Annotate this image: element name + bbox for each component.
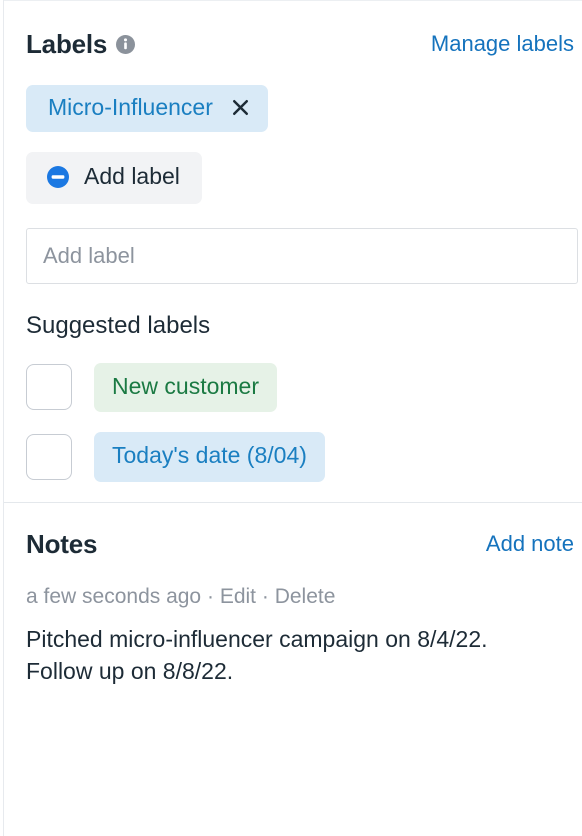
labels-header: Labels Manage labels	[26, 30, 578, 59]
page-title: Labels	[26, 29, 108, 59]
suggested-label-text: Today's date (8/04)	[112, 442, 307, 469]
note-meta: a few seconds ago · Edit · Delete	[26, 584, 578, 609]
notes-title: Notes	[26, 528, 98, 559]
panel-top-border	[4, 0, 582, 1]
suggested-label-row: New customer	[26, 362, 578, 413]
minus-circle-icon	[46, 165, 70, 189]
labels-section: Labels Manage labels Micro-Influencer Ad…	[0, 0, 582, 482]
label-chip-text: Micro-Influencer	[48, 93, 213, 120]
note-meta-separator: ·	[261, 585, 269, 609]
note-delete-link[interactable]: Delete	[275, 585, 336, 608]
suggested-labels-list: New customer Today's date (8/04)	[26, 362, 578, 482]
suggested-label-checkbox-todays-date[interactable]	[26, 433, 72, 480]
note-body-text: Pitched micro-influencer campaign on 8/4…	[26, 625, 488, 685]
suggested-label-text: New customer	[112, 372, 259, 399]
close-x-icon[interactable]	[231, 98, 250, 117]
note-meta-separator: ·	[206, 585, 214, 609]
suggested-label-chip-new-customer[interactable]: New customer	[94, 362, 277, 413]
add-label-input[interactable]	[26, 227, 578, 284]
note-edit-link[interactable]: Edit	[220, 585, 256, 608]
notes-section: Notes Add note a few seconds ago · Edit …	[0, 503, 582, 688]
note-timestamp: a few seconds ago	[26, 585, 202, 609]
suggested-label-chip-todays-date[interactable]: Today's date (8/04)	[94, 432, 325, 482]
suggested-labels-heading: Suggested labels	[26, 311, 211, 339]
add-note-link[interactable]: Add note	[486, 531, 574, 556]
applied-labels-list: Micro-Influencer	[26, 84, 578, 133]
manage-labels-link[interactable]: Manage labels	[431, 32, 574, 56]
panel-left-border	[3, 0, 4, 836]
labels-title-group: Labels	[26, 29, 136, 59]
note-item: a few seconds ago · Edit · Delete Pitche…	[26, 584, 578, 688]
add-label-row: Add label	[26, 152, 578, 204]
add-label-button-label: Add label	[84, 163, 180, 190]
notes-header: Notes Add note	[26, 530, 578, 559]
suggested-label-row: Today's date (8/04)	[26, 432, 578, 482]
info-circle-icon[interactable]	[116, 34, 136, 54]
suggested-label-checkbox-new-customer[interactable]	[26, 364, 72, 411]
add-label-button[interactable]: Add label	[26, 152, 202, 204]
label-chip-micro-influencer[interactable]: Micro-Influencer	[26, 84, 268, 133]
